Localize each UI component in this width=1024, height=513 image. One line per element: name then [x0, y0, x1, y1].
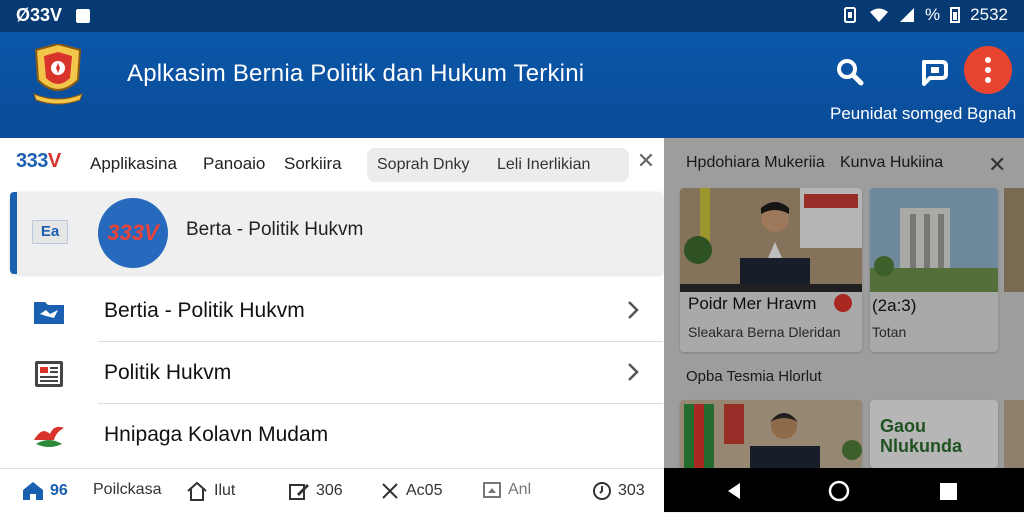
- list-item-label: Politik Hukvm: [104, 361, 232, 384]
- home-circle-icon[interactable]: [828, 480, 850, 502]
- app-bar: Aplkasim Bernia Politik dan Hukum Terkin…: [0, 32, 1024, 138]
- card-title: Poidr Mer Hravm: [688, 294, 817, 313]
- nav-home[interactable]: 96: [22, 481, 68, 501]
- card-subtitle: Sleakara Berna Dleridan: [688, 324, 841, 340]
- nav-label: Ilut: [214, 482, 236, 499]
- status-bar: Ø33V % 2532: [0, 0, 1024, 32]
- folder-icon: [34, 302, 64, 324]
- brand-prefix: 333: [16, 150, 48, 172]
- news-card[interactable]: Poidr Mer Hravm Sleakara Berna Dleridan: [680, 188, 862, 352]
- selected-list-item[interactable]: Ea 333V Berta - Politik Hukvm: [10, 192, 663, 274]
- list-item-label: Bertia - Politik Hukvm: [104, 299, 305, 322]
- list-item[interactable]: Politik Hukvm: [10, 342, 663, 404]
- brand-suffix: V: [47, 150, 61, 172]
- nav-edit[interactable]: 306: [288, 481, 343, 501]
- recents-icon[interactable]: [940, 483, 957, 500]
- promo-card[interactable]: Gaou Nlukunda: [870, 400, 998, 468]
- card-subtitle: Totan: [872, 324, 907, 340]
- promo-text: Gaou Nlukunda: [880, 416, 962, 456]
- close-icon[interactable]: ✕: [988, 152, 1006, 178]
- nav-label: 303: [618, 482, 645, 499]
- news-photo: [870, 188, 998, 292]
- avatar: 333V: [98, 198, 168, 268]
- clock-time: 2532: [970, 5, 1008, 24]
- search-chip-text-1: Soprah Dnky: [377, 156, 470, 173]
- close-icon[interactable]: ✕: [636, 150, 656, 172]
- nav-close[interactable]: Ac05: [380, 481, 442, 501]
- news-card[interactable]: [680, 400, 862, 468]
- system-nav-bar: [664, 468, 1024, 512]
- dot: [985, 67, 991, 73]
- house-outline-icon: [187, 481, 207, 501]
- search-chip-text-2: Leli Inerlikian: [497, 156, 591, 173]
- play-badge-icon: [834, 294, 852, 312]
- status-right: % 2532: [841, 5, 1008, 25]
- vibrate-icon: [844, 7, 857, 23]
- chat-icon[interactable]: [916, 54, 952, 90]
- news-card[interactable]: (2a:3) Totan: [870, 188, 998, 352]
- avatar-text-suffix: 3V: [131, 220, 159, 245]
- battery-percent: %: [925, 5, 941, 24]
- nav-image[interactable]: Anl: [482, 481, 531, 499]
- promo-line-2: Nlukunda: [880, 436, 963, 456]
- nav-label: Ac05: [406, 482, 443, 499]
- selection-indicator: [10, 192, 17, 274]
- selected-item-label: Berta - Politik Hukvm: [186, 219, 364, 240]
- news-card-peek[interactable]: [1004, 400, 1024, 468]
- clock-icon: [593, 482, 611, 500]
- bird-logo-icon: [34, 426, 64, 447]
- nav-label: Poilckasa: [93, 481, 162, 498]
- card-title: (2a:3): [872, 296, 917, 315]
- crest-logo-icon: [33, 44, 83, 105]
- signal-icon: [900, 8, 915, 22]
- wifi-icon: [870, 8, 889, 22]
- nav-poilckasa[interactable]: Poilckasa: [93, 481, 161, 499]
- section-title: Opba Tesmia Hlorlut: [686, 368, 822, 385]
- tab-sorkiira[interactable]: Sorkiira: [284, 154, 342, 174]
- image-icon: [483, 482, 501, 498]
- right-panel: Hpdohiara Mukeriia Kunva Hukiina ✕ Poidr…: [664, 138, 1024, 468]
- dot: [985, 57, 991, 63]
- edit-icon: [289, 484, 309, 500]
- avatar-text-prefix: 33: [107, 220, 132, 245]
- tab-hpdohiara[interactable]: Hpdohiara Mukeriia: [686, 154, 825, 172]
- tab-applikasina[interactable]: Applikasina: [90, 154, 177, 174]
- more-menu-button[interactable]: [964, 46, 1012, 94]
- category-icon: Ea: [32, 220, 68, 244]
- nav-ilut[interactable]: Ilut: [186, 481, 235, 501]
- nav-label: Anl: [508, 481, 532, 498]
- back-icon[interactable]: [726, 482, 742, 500]
- tab-kunva[interactable]: Kunva Hukiina: [840, 154, 943, 172]
- list-item[interactable]: Bertia - Politik Hukvm: [10, 280, 663, 342]
- chevron-right-icon: [628, 301, 639, 319]
- list-item-label: Hnipaga Kolavn Mudam: [104, 423, 329, 446]
- app-bar-subtitle: Peunidat somged Bgnah: [830, 104, 1017, 123]
- promo-line-1: Gaou: [880, 416, 927, 436]
- tab-panoaio[interactable]: Panoaio: [203, 154, 265, 174]
- status-left-text: Ø33V: [16, 5, 63, 25]
- newspaper-icon: [35, 361, 63, 387]
- app-title: Aplkasim Bernia Politik dan Hukum Terkin…: [127, 60, 585, 87]
- list-item[interactable]: Hnipaga Kolavn Mudam: [10, 404, 663, 466]
- brand-tab[interactable]: 333V: [16, 150, 61, 173]
- status-left: Ø33V: [16, 5, 91, 26]
- dot: [985, 77, 991, 83]
- search-icon[interactable]: [832, 54, 868, 90]
- nav-label: 96: [50, 482, 68, 499]
- bottom-nav: 96 Poilckasa Ilut 306 Ac05 Anl 303: [0, 468, 664, 513]
- search-chip[interactable]: Soprah Dnky Leli Inerlikian: [367, 148, 629, 182]
- close-icon: [382, 483, 398, 499]
- chevron-right-icon: [628, 363, 639, 381]
- nav-label: 306: [316, 482, 343, 499]
- notification-icon: [76, 8, 91, 23]
- nav-clock[interactable]: 303: [592, 481, 645, 501]
- left-panel: 333V Applikasina Panoaio Sorkiira Soprah…: [0, 138, 664, 468]
- news-photo: [680, 188, 862, 292]
- home-icon: [23, 482, 43, 500]
- tabs-row: 333V Applikasina Panoaio Sorkiira Soprah…: [0, 138, 664, 188]
- battery-icon: [950, 7, 961, 23]
- news-card-peek[interactable]: [1004, 188, 1024, 292]
- news-photo: [680, 400, 862, 468]
